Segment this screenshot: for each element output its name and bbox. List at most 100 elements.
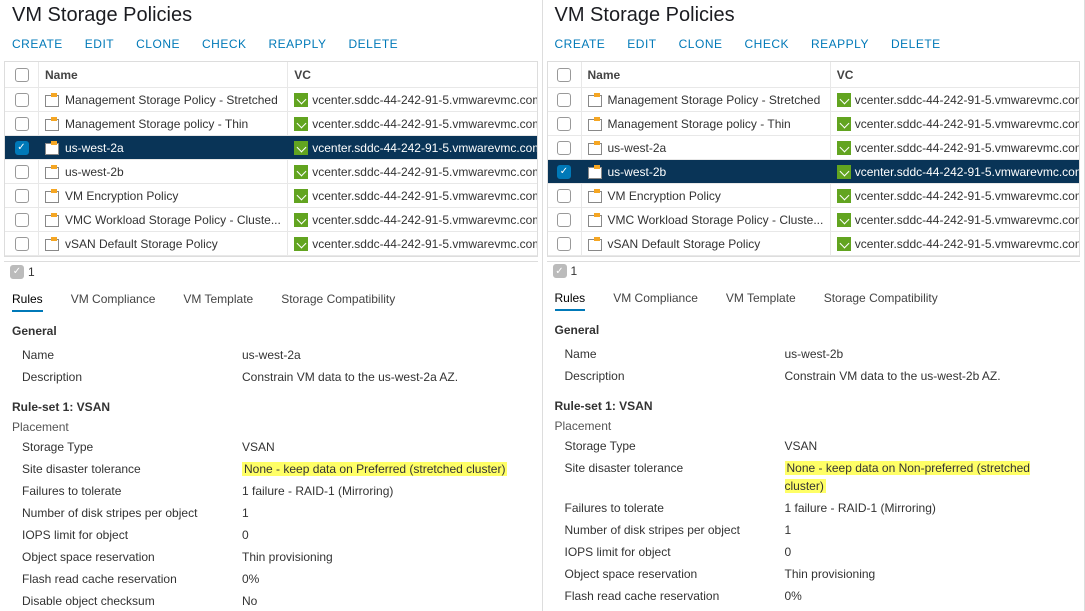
table-row[interactable]: Management Storage Policy - Stretched vce… bbox=[548, 88, 1080, 112]
table-row[interactable]: vSAN Default Storage Policyvcenter.sddc-… bbox=[548, 232, 1080, 256]
check-button[interactable]: CHECK bbox=[744, 37, 789, 51]
table-row[interactable]: Management Storage policy - Thinvcenter.… bbox=[5, 112, 537, 136]
create-button[interactable]: CREATE bbox=[555, 37, 606, 51]
row-name-cell[interactable]: VMC Workload Storage Policy - Cluste... bbox=[582, 208, 831, 231]
row-checkbox-cell[interactable] bbox=[548, 112, 582, 135]
checkbox-icon[interactable] bbox=[15, 68, 29, 82]
table-row[interactable]: VM Encryption Policyvcenter.sddc-44-242-… bbox=[548, 184, 1080, 208]
create-button[interactable]: CREATE bbox=[12, 37, 63, 51]
row-checkbox-cell[interactable] bbox=[548, 136, 582, 159]
table-row[interactable]: VM Encryption Policyvcenter.sddc-44-242-… bbox=[5, 184, 537, 208]
checkbox-icon[interactable] bbox=[557, 141, 571, 155]
row-checkbox-cell[interactable] bbox=[5, 88, 39, 111]
clone-button[interactable]: CLONE bbox=[679, 37, 723, 51]
table-row[interactable]: VMC Workload Storage Policy - Cluste...v… bbox=[5, 208, 537, 232]
row-checkbox-cell[interactable] bbox=[548, 184, 582, 207]
checkbox-icon[interactable] bbox=[557, 68, 571, 82]
row-vc-label: vcenter.sddc-44-242-91-5.vmwarevmc.com bbox=[855, 93, 1079, 107]
row-checkbox-cell[interactable] bbox=[548, 208, 582, 231]
tab-vm-template[interactable]: VM Template bbox=[183, 292, 253, 312]
tab-storage-compatibility[interactable]: Storage Compatibility bbox=[824, 291, 938, 311]
checkbox-icon[interactable] bbox=[15, 237, 29, 251]
table-row[interactable]: us-west-2bvcenter.sddc-44-242-91-5.vmwar… bbox=[548, 160, 1080, 184]
row-name-cell[interactable]: us-west-2b bbox=[582, 160, 831, 183]
tab-vm-template[interactable]: VM Template bbox=[726, 291, 796, 311]
row-vc-cell[interactable]: vcenter.sddc-44-242-91-5.vmwarevmc.com bbox=[831, 136, 1079, 159]
checkbox-icon[interactable] bbox=[15, 93, 29, 107]
table-row[interactable]: Management Storage Policy - Stretchedvce… bbox=[5, 88, 537, 112]
row-vc-cell[interactable]: vcenter.sddc-44-242-91-5.vmwarevmc.com bbox=[288, 112, 536, 135]
row-name-cell[interactable]: vSAN Default Storage Policy bbox=[39, 232, 288, 255]
row-vc-cell[interactable]: vcenter.sddc-44-242-91-5.vmwarevmc.com bbox=[831, 232, 1079, 255]
tab-rules[interactable]: Rules bbox=[555, 291, 586, 311]
row-checkbox-cell[interactable] bbox=[5, 160, 39, 183]
row-vc-cell[interactable]: vcenter.sddc-44-242-91-5.vmwarevmc.com bbox=[831, 88, 1079, 111]
col-name[interactable]: Name bbox=[582, 62, 831, 87]
row-name-cell[interactable]: Management Storage policy - Thin bbox=[582, 112, 831, 135]
table-row[interactable]: us-west-2avcenter.sddc-44-242-91-5.vmwar… bbox=[5, 136, 537, 160]
select-all-cell[interactable] bbox=[5, 62, 39, 87]
row-checkbox-cell[interactable] bbox=[5, 184, 39, 207]
rule-value-text: 0% bbox=[785, 589, 802, 603]
col-name[interactable]: Name bbox=[39, 62, 288, 87]
col-vc[interactable]: VC bbox=[288, 62, 536, 87]
checkbox-icon[interactable] bbox=[15, 189, 29, 203]
row-name-cell[interactable]: VM Encryption Policy bbox=[582, 184, 831, 207]
checkbox-icon[interactable] bbox=[557, 189, 571, 203]
delete-button[interactable]: DELETE bbox=[891, 37, 941, 51]
row-name-cell[interactable]: us-west-2a bbox=[39, 136, 288, 159]
row-checkbox-cell[interactable] bbox=[548, 232, 582, 255]
row-name-cell[interactable]: VM Encryption Policy bbox=[39, 184, 288, 207]
row-vc-cell[interactable]: vcenter.sddc-44-242-91-5.vmwarevmc.com bbox=[288, 232, 536, 255]
checkbox-icon[interactable] bbox=[15, 165, 29, 179]
table-row[interactable]: vSAN Default Storage Policyvcenter.sddc-… bbox=[5, 232, 537, 256]
row-checkbox-cell[interactable] bbox=[5, 112, 39, 135]
check-button[interactable]: CHECK bbox=[202, 37, 247, 51]
edit-button[interactable]: EDIT bbox=[85, 37, 114, 51]
tab-rules[interactable]: Rules bbox=[12, 292, 43, 312]
row-vc-cell[interactable]: vcenter.sddc-44-242-91-5.vmwarevmc.com bbox=[288, 208, 536, 231]
tab-vm-compliance[interactable]: VM Compliance bbox=[613, 291, 698, 311]
row-name-cell[interactable]: us-west-2b bbox=[39, 160, 288, 183]
row-name-cell[interactable]: VMC Workload Storage Policy - Cluste... bbox=[39, 208, 288, 231]
row-name-cell[interactable]: Management Storage Policy - Stretched bbox=[39, 88, 288, 111]
checkbox-icon[interactable] bbox=[557, 237, 571, 251]
checkbox-icon[interactable] bbox=[15, 141, 29, 155]
row-vc-cell[interactable]: vcenter.sddc-44-242-91-5.vmwarevmc.com bbox=[288, 184, 536, 207]
row-vc-cell[interactable]: vcenter.sddc-44-242-91-5.vmwarevmc.com bbox=[831, 112, 1079, 135]
row-vc-cell[interactable]: vcenter.sddc-44-242-91-5.vmwarevmc.com bbox=[831, 184, 1079, 207]
reapply-button[interactable]: REAPPLY bbox=[269, 37, 327, 51]
row-name-cell[interactable]: vSAN Default Storage Policy bbox=[582, 232, 831, 255]
table-row[interactable]: Management Storage policy - Thinvcenter.… bbox=[548, 112, 1080, 136]
row-checkbox-cell[interactable] bbox=[5, 232, 39, 255]
row-name-cell[interactable]: Management Storage Policy - Stretched bbox=[582, 88, 831, 111]
row-vc-cell[interactable]: vcenter.sddc-44-242-91-5.vmwarevmc.com bbox=[831, 208, 1079, 231]
row-checkbox-cell[interactable] bbox=[548, 88, 582, 111]
row-name-cell[interactable]: us-west-2a bbox=[582, 136, 831, 159]
table-row[interactable]: us-west-2avcenter.sddc-44-242-91-5.vmwar… bbox=[548, 136, 1080, 160]
reapply-button[interactable]: REAPPLY bbox=[811, 37, 869, 51]
row-vc-cell[interactable]: vcenter.sddc-44-242-91-5.vmwarevmc.com bbox=[831, 160, 1079, 183]
table-row[interactable]: VMC Workload Storage Policy - Cluste...v… bbox=[548, 208, 1080, 232]
checkbox-icon[interactable] bbox=[557, 213, 571, 227]
row-vc-cell[interactable]: vcenter.sddc-44-242-91-5.vmwarevmc.com bbox=[288, 136, 536, 159]
tab-vm-compliance[interactable]: VM Compliance bbox=[71, 292, 156, 312]
delete-button[interactable]: DELETE bbox=[348, 37, 398, 51]
checkbox-icon[interactable] bbox=[557, 117, 571, 131]
row-vc-cell[interactable]: vcenter.sddc-44-242-91-5.vmwarevmc.com bbox=[288, 88, 536, 111]
checkbox-icon[interactable] bbox=[15, 117, 29, 131]
col-vc[interactable]: VC bbox=[831, 62, 1079, 87]
table-row[interactable]: us-west-2bvcenter.sddc-44-242-91-5.vmwar… bbox=[5, 160, 537, 184]
select-all-cell[interactable] bbox=[548, 62, 582, 87]
edit-button[interactable]: EDIT bbox=[627, 37, 656, 51]
tab-storage-compatibility[interactable]: Storage Compatibility bbox=[281, 292, 395, 312]
checkbox-icon[interactable] bbox=[557, 165, 571, 179]
checkbox-icon[interactable] bbox=[15, 213, 29, 227]
row-checkbox-cell[interactable] bbox=[548, 160, 582, 183]
row-name-cell[interactable]: Management Storage policy - Thin bbox=[39, 112, 288, 135]
checkbox-icon[interactable] bbox=[557, 93, 571, 107]
clone-button[interactable]: CLONE bbox=[136, 37, 180, 51]
row-checkbox-cell[interactable] bbox=[5, 136, 39, 159]
row-checkbox-cell[interactable] bbox=[5, 208, 39, 231]
row-vc-cell[interactable]: vcenter.sddc-44-242-91-5.vmwarevmc.com bbox=[288, 160, 536, 183]
